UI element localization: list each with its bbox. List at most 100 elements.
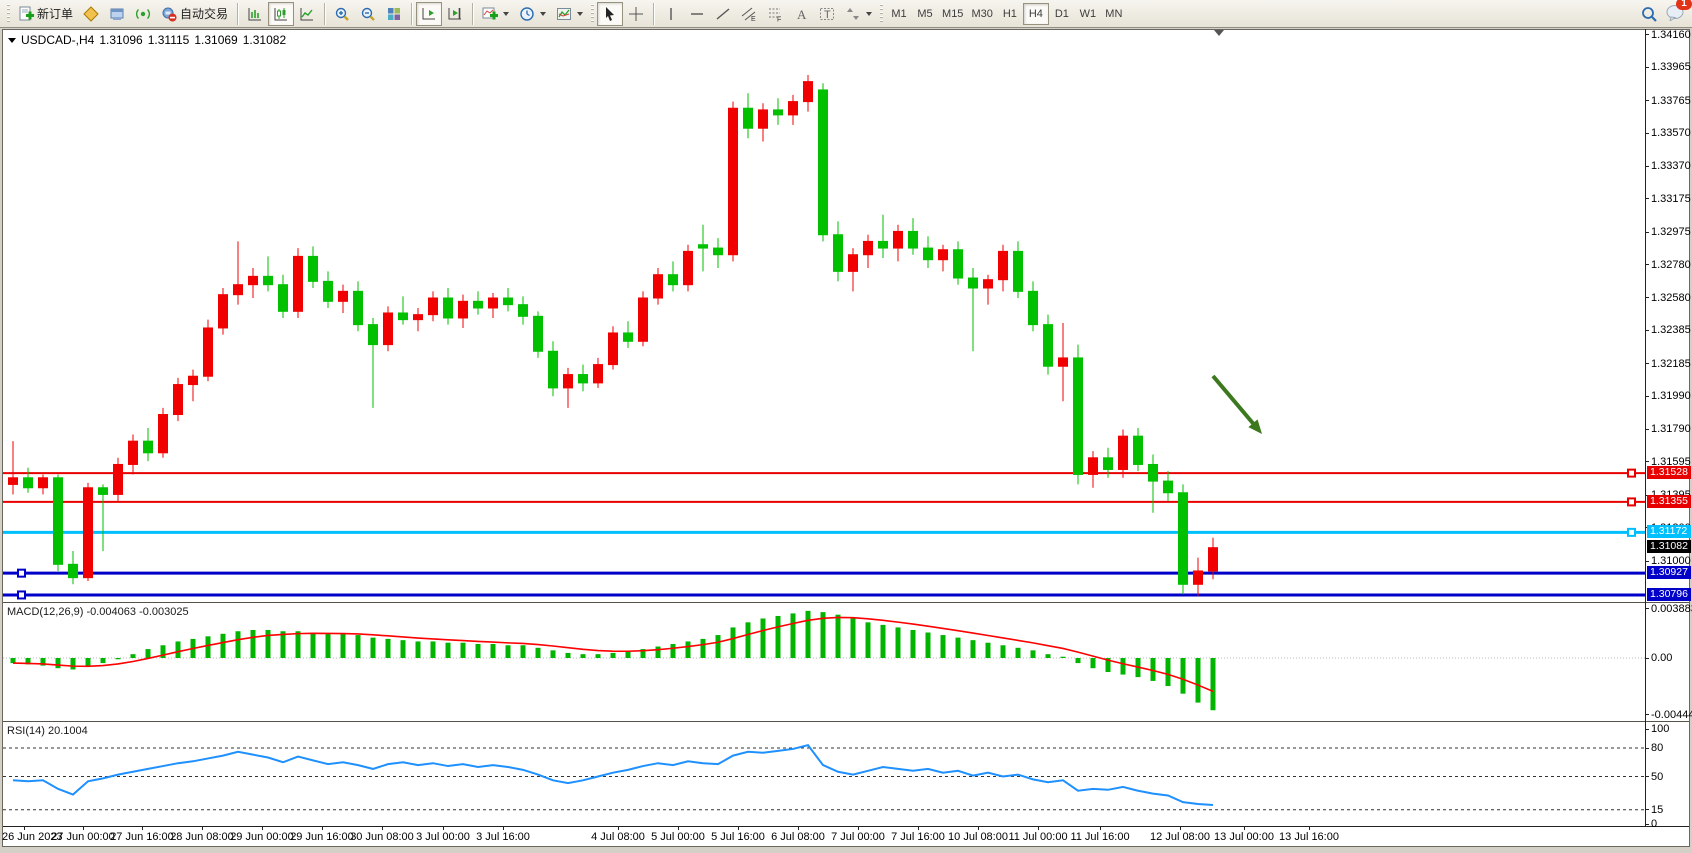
macd-axis-tick	[1645, 658, 1649, 659]
timeframe-button-m15[interactable]: M15	[938, 3, 967, 25]
new-order-button[interactable]: 新订单	[13, 2, 78, 26]
text-tool-button[interactable]: A	[788, 2, 814, 26]
timeframe-button-h4[interactable]: H4	[1023, 3, 1049, 25]
toolbar-separator	[472, 3, 473, 25]
autotrading-button[interactable]: 自动交易	[156, 2, 233, 26]
candle	[354, 291, 363, 324]
timeframe-button-m30[interactable]: M30	[967, 3, 996, 25]
templates-button[interactable]	[551, 2, 588, 26]
candle	[84, 488, 93, 578]
macd-histogram-bar	[116, 658, 121, 659]
candle	[879, 241, 888, 248]
symbol-dropdown-icon[interactable]	[8, 38, 16, 43]
channel-tool-button[interactable]: E	[736, 2, 762, 26]
time-axis-tick	[978, 826, 979, 830]
macd-histogram-bar	[1196, 658, 1201, 703]
main-price-pane[interactable]	[3, 30, 1645, 602]
candle	[309, 256, 318, 281]
line-handle[interactable]	[1628, 529, 1635, 536]
line-handle[interactable]	[18, 570, 25, 577]
price-axis-tick-label: 1.33370	[1651, 160, 1692, 172]
tile-windows-button[interactable]	[381, 2, 407, 26]
timeframe-button-d1[interactable]: D1	[1049, 3, 1075, 25]
macd-histogram-bar	[146, 649, 151, 658]
equidistant-channel-icon: E	[741, 6, 757, 22]
chart-shift-button[interactable]	[442, 2, 468, 26]
timeframe-button-m5[interactable]: M5	[912, 3, 938, 25]
chevron-down-icon	[503, 12, 509, 16]
macd-histogram-bar	[851, 619, 856, 658]
candlestick-chart-button[interactable]	[268, 2, 294, 26]
candle	[129, 441, 138, 464]
chart-shift-marker[interactable]	[1214, 30, 1224, 36]
time-axis-tick	[1309, 826, 1310, 830]
cursor-tool-button[interactable]	[597, 2, 623, 26]
auto-scroll-button[interactable]	[416, 2, 442, 26]
candle	[594, 365, 603, 383]
timeframe-button-h1[interactable]: H1	[997, 3, 1023, 25]
quote-close: 1.31082	[243, 33, 286, 47]
time-axis-tick	[738, 826, 739, 830]
rsi-pane[interactable]	[3, 723, 1645, 826]
candle	[1104, 458, 1113, 470]
pane-separator[interactable]	[3, 721, 1689, 722]
arrows-tool-button[interactable]	[840, 2, 877, 26]
price-axis-tick	[1645, 198, 1649, 199]
timeframe-button-w1[interactable]: W1	[1075, 3, 1101, 25]
line-chart-button[interactable]	[294, 2, 320, 26]
candle	[939, 250, 948, 260]
time-axis-tick	[918, 826, 919, 830]
macd-histogram-bar	[401, 640, 406, 658]
candle	[744, 108, 753, 128]
timeframe-button-mn[interactable]: MN	[1101, 3, 1127, 25]
line-chart-icon	[299, 6, 315, 22]
new-order-icon	[18, 6, 34, 22]
candle	[804, 82, 813, 102]
crosshair-tool-button[interactable]	[623, 2, 649, 26]
text-icon: A	[793, 6, 809, 22]
timeframe-group: M1M5M15M30H1H4D1W1MN	[886, 0, 1127, 28]
line-handle[interactable]	[18, 591, 25, 598]
fibonacci-tool-button[interactable]: F	[762, 2, 788, 26]
current-price-chip: 1.31082	[1647, 540, 1691, 553]
zoom-in-button[interactable]	[329, 2, 355, 26]
notifications-button[interactable]: 1	[1666, 3, 1686, 26]
line-handle[interactable]	[1628, 470, 1635, 477]
bar-chart-button[interactable]	[242, 2, 268, 26]
timeframe-button-m1[interactable]: M1	[886, 3, 912, 25]
vertical-line-tool-button[interactable]	[658, 2, 684, 26]
time-axis-tick	[142, 826, 143, 830]
data-window-icon	[109, 6, 125, 22]
candle	[1119, 436, 1128, 469]
horizontal-line-tool-button[interactable]	[684, 2, 710, 26]
profiles-button[interactable]	[78, 2, 104, 26]
toolbar-grip	[591, 4, 594, 24]
candle	[1149, 464, 1158, 481]
indicators-button[interactable]	[477, 2, 514, 26]
quote-low: 1.31069	[194, 33, 237, 47]
macd-histogram-bar	[521, 645, 526, 658]
time-axis-tick	[503, 826, 504, 830]
periods-button[interactable]	[514, 2, 551, 26]
candle	[1134, 436, 1143, 464]
data-window-button[interactable]	[104, 2, 130, 26]
price-level-chip: 1.31528	[1647, 466, 1691, 479]
candle	[864, 241, 873, 254]
zoom-out-button[interactable]	[355, 2, 381, 26]
line-handle[interactable]	[1628, 498, 1635, 505]
toolbar-separator	[411, 3, 412, 25]
search-icon[interactable]	[1640, 5, 1658, 23]
pane-separator[interactable]	[3, 602, 1689, 603]
macd-axis-tick-label: -0.004442	[1651, 709, 1692, 721]
toolbar-separator	[324, 3, 325, 25]
macd-pane[interactable]	[3, 604, 1645, 720]
rsi-axis-tick-label: 15	[1651, 804, 1692, 816]
sound-alert-button[interactable]	[130, 2, 156, 26]
macd-histogram-bar	[1121, 658, 1126, 675]
candle	[294, 256, 303, 311]
text-label-tool-button[interactable]: T	[814, 2, 840, 26]
trendline-tool-button[interactable]	[710, 2, 736, 26]
macd-histogram-bar	[686, 641, 691, 658]
annotation-arrow-shaft[interactable]	[1213, 376, 1257, 428]
macd-histogram-bar	[1046, 654, 1051, 658]
